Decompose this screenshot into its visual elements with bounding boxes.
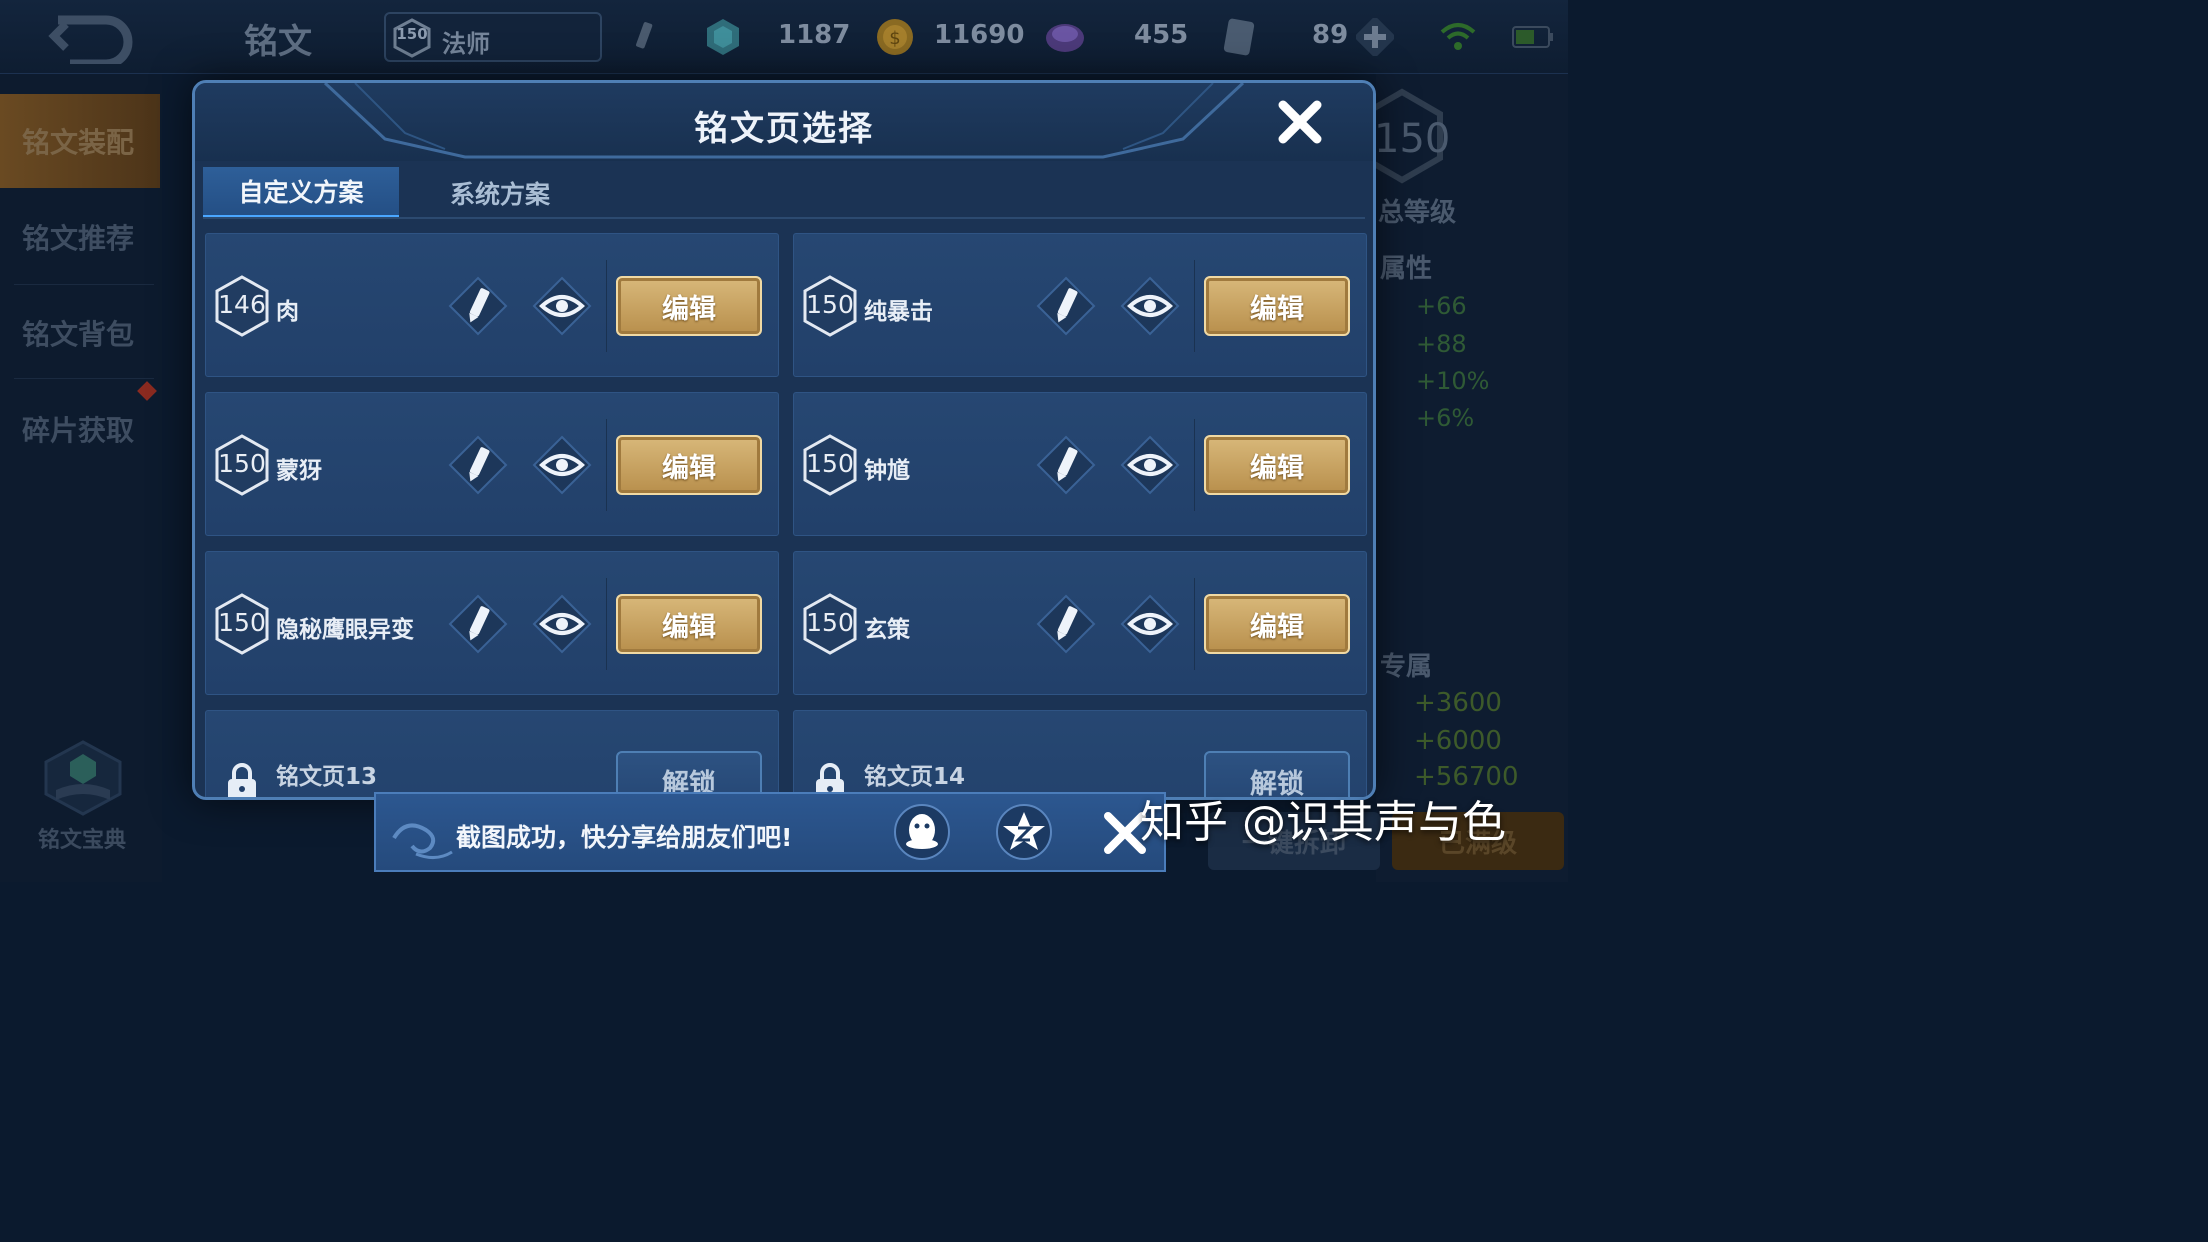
battery-icon [1512,26,1553,48]
page-name: 隐秘鹰眼异变 [276,617,414,643]
page-level: 146 [218,290,266,319]
dialog-title: 铭文页选择 [694,109,874,149]
eye-icon[interactable] [530,433,594,497]
edit-button[interactable]: 编辑 [1204,435,1350,495]
divider [1194,260,1195,352]
crystal-count: 1187 [778,20,851,50]
eye-icon[interactable] [1118,274,1182,338]
back-arrow-icon[interactable] [40,8,150,64]
eye-icon[interactable] [530,274,594,338]
page-name: 玄策 [864,617,910,643]
edit-button[interactable]: 编辑 [616,276,762,336]
rune-page-card[interactable]: 150 蒙犽 编辑 [205,392,779,536]
voucher-count: 89 [1312,20,1349,50]
page-name: 肉 [276,299,299,325]
page-level: 150 [218,449,266,478]
edit-button[interactable]: 编辑 [616,435,762,495]
role-name: 法师 [442,30,490,58]
divider [606,578,607,670]
pencil-icon[interactable] [446,592,510,656]
qq-share-icon[interactable] [894,804,950,860]
pencil-icon[interactable] [622,16,664,58]
rune-page-card[interactable]: 150 隐秘鹰眼异变 编辑 [205,551,779,695]
exclusive-label: 专属 [1380,652,1433,682]
divider [14,284,154,285]
pencil-icon[interactable] [446,274,510,338]
page-name: 铭文页13 [276,764,378,790]
eye-icon[interactable] [1118,433,1182,497]
crystal-icon [707,19,739,55]
locked-page-card[interactable]: 铭文页13 解锁 [205,710,779,797]
attribute-bonus: +6% [1416,404,1475,432]
sidebar-item-backpack[interactable]: 铭文背包 [0,286,160,380]
toast-message: 截图成功，快分享给朋友们吧! [456,823,793,852]
role-filter[interactable]: 150 法师 [384,12,602,62]
exclusive-bonus: +3600 [1414,688,1502,718]
attribute-bonus: +10% [1416,367,1490,395]
gold-count: 11690 [934,20,1025,50]
sidebar-item-fragments[interactable]: 碎片获取 [0,382,160,476]
screenshot-toast: 截图成功，快分享给朋友们吧! [374,792,1166,872]
role-level: 150 [396,25,428,43]
page-name: 蒙犽 [276,458,322,484]
close-icon[interactable] [1275,97,1325,147]
page-level: 150 [806,608,854,637]
pencil-icon[interactable] [1034,433,1098,497]
exclusive-bonus: +6000 [1414,726,1502,756]
top-bar: 铭文 150 法师 1187 $ 11690 455 89 [0,0,1568,74]
cloud-swirl-icon [392,823,453,859]
page-name: 钟馗 [864,458,910,484]
rune-page-card[interactable]: 150 钟馗 编辑 [793,392,1367,536]
total-level-value: 150 [1374,116,1451,162]
pencil-icon[interactable] [446,433,510,497]
dialog-header: 铭文页选择 [195,83,1373,161]
gold-coin-icon: $ [877,19,913,55]
page-level: 150 [806,290,854,319]
eye-icon[interactable] [1118,592,1182,656]
tab-underline [203,217,1365,219]
plus-icon[interactable] [1356,18,1394,56]
page-name: 纯暴击 [864,299,933,325]
attributes-label: 属性 [1380,254,1433,284]
divider [606,260,607,352]
divider [606,419,607,511]
screen-title: 铭文 [244,22,312,62]
page-level: 150 [218,608,266,637]
codex-label[interactable]: 铭文宝典 [38,822,126,854]
lock-icon [228,763,256,797]
watermark: 知乎 @识其声与色 [1140,797,1506,848]
tab-system[interactable]: 系统方案 [405,167,595,219]
voucher-icon [1223,18,1255,56]
pencil-icon[interactable] [1034,274,1098,338]
rune-page-card[interactable]: 146 肉 编辑 [205,233,779,377]
page-level: 150 [806,449,854,478]
tab-custom[interactable]: 自定义方案 [203,167,399,219]
divider [14,378,154,379]
eye-icon[interactable] [530,592,594,656]
pencil-icon[interactable] [1034,592,1098,656]
edit-button[interactable]: 编辑 [1204,276,1350,336]
edit-button[interactable]: 编辑 [1204,594,1350,654]
wifi-icon [1440,23,1476,50]
qzone-share-icon[interactable] [996,804,1052,860]
diamond-count: 455 [1134,20,1189,50]
rune-page-card[interactable]: 150 纯暴击 编辑 [793,233,1367,377]
diamond-icon [1046,24,1084,52]
book-icon[interactable] [40,738,126,818]
attribute-bonus: +66 [1416,292,1467,320]
total-level-label: 总等级 [1378,198,1457,228]
edit-button[interactable]: 编辑 [616,594,762,654]
rune-page-card[interactable]: 150 玄策 编辑 [793,551,1367,695]
divider [1194,419,1195,511]
rune-page-select-dialog: 铭文页选择 自定义方案 系统方案 146 肉编辑 150 纯暴击 编辑 150 蒙犽 编辑 15… [192,80,1376,800]
page-name: 铭文页14 [864,764,966,790]
attribute-bonus: +88 [1416,330,1467,358]
divider [1194,578,1195,670]
svg-text:$: $ [889,28,900,49]
sidebar-item-recommend[interactable]: 铭文推荐 [0,190,160,284]
sidebar-item-loadout[interactable]: 铭文装配 [0,94,160,188]
